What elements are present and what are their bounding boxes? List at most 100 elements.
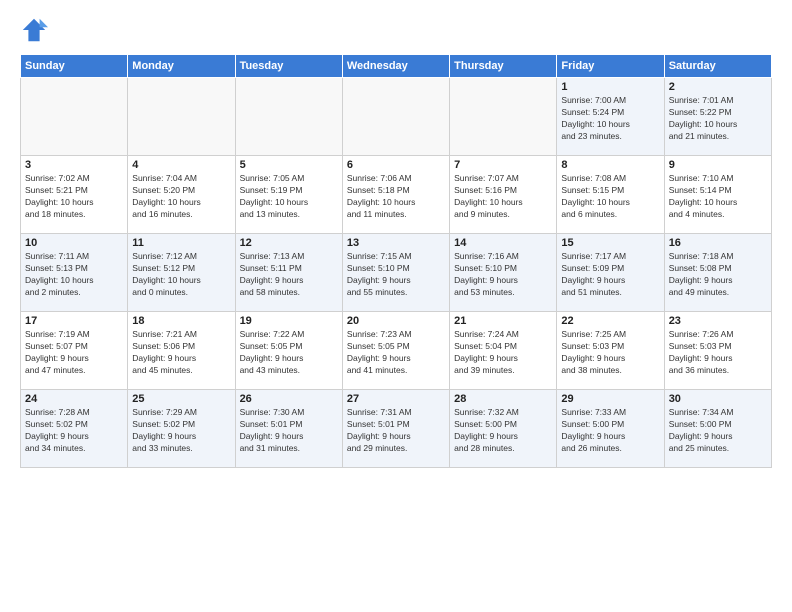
- day-number: 14: [454, 237, 552, 249]
- day-number: 22: [561, 315, 659, 327]
- day-info: Sunrise: 7:25 AMSunset: 5:03 PMDaylight:…: [561, 329, 659, 377]
- day-info: Sunrise: 7:22 AMSunset: 5:05 PMDaylight:…: [240, 329, 338, 377]
- day-info: Sunrise: 7:01 AMSunset: 5:22 PMDaylight:…: [669, 95, 767, 143]
- weekday-header: Wednesday: [342, 55, 449, 78]
- day-info: Sunrise: 7:15 AMSunset: 5:10 PMDaylight:…: [347, 251, 445, 299]
- calendar-cell: 7 Sunrise: 7:07 AMSunset: 5:16 PMDaylight…: [450, 156, 557, 234]
- day-number: 26: [240, 393, 338, 405]
- calendar-cell: [342, 78, 449, 156]
- calendar-cell: 20 Sunrise: 7:23 AMSunset: 5:05 PMDayligh…: [342, 312, 449, 390]
- day-info: Sunrise: 7:02 AMSunset: 5:21 PMDaylight:…: [25, 173, 123, 221]
- day-info: Sunrise: 7:04 AMSunset: 5:20 PMDaylight:…: [132, 173, 230, 221]
- day-info: Sunrise: 7:19 AMSunset: 5:07 PMDaylight:…: [25, 329, 123, 377]
- day-info: Sunrise: 7:23 AMSunset: 5:05 PMDaylight:…: [347, 329, 445, 377]
- day-number: 23: [669, 315, 767, 327]
- calendar-cell: 17 Sunrise: 7:19 AMSunset: 5:07 PMDayligh…: [21, 312, 128, 390]
- day-info: Sunrise: 7:28 AMSunset: 5:02 PMDaylight:…: [25, 407, 123, 455]
- weekday-row: SundayMondayTuesdayWednesdayThursdayFrid…: [21, 55, 772, 78]
- calendar-cell: 5Sunrise: 7:05 AMSunset: 5:19 PMDaylight…: [235, 156, 342, 234]
- calendar-week-row: 3 Sunrise: 7:02 AMSunset: 5:21 PMDaylight…: [21, 156, 772, 234]
- calendar-cell: 4Sunrise: 7:04 AMSunset: 5:20 PMDaylight…: [128, 156, 235, 234]
- day-number: 24: [25, 393, 123, 405]
- day-info: Sunrise: 7:07 AMSunset: 5:16 PMDaylight:…: [454, 173, 552, 221]
- day-number: 7: [454, 159, 552, 171]
- day-number: 30: [669, 393, 767, 405]
- day-number: 10: [25, 237, 123, 249]
- day-number: 29: [561, 393, 659, 405]
- calendar-cell: 21 Sunrise: 7:24 AMSunset: 5:04 PMDayligh…: [450, 312, 557, 390]
- day-info: Sunrise: 7:26 AMSunset: 5:03 PMDaylight:…: [669, 329, 767, 377]
- calendar-body: 1 Sunrise: 7:00 AMSunset: 5:24 PMDaylight…: [21, 78, 772, 468]
- day-number: 12: [240, 237, 338, 249]
- logo: [20, 16, 54, 44]
- day-info: Sunrise: 7:13 AMSunset: 5:11 PMDaylight:…: [240, 251, 338, 299]
- calendar-cell: 6 Sunrise: 7:06 AMSunset: 5:18 PMDaylight…: [342, 156, 449, 234]
- day-info: Sunrise: 7:12 AMSunset: 5:12 PMDaylight:…: [132, 251, 230, 299]
- day-number: 25: [132, 393, 230, 405]
- day-number: 1: [561, 81, 659, 93]
- calendar-cell: 8 Sunrise: 7:08 AMSunset: 5:15 PMDaylight…: [557, 156, 664, 234]
- calendar-cell: 30 Sunrise: 7:34 AMSunset: 5:00 PMDayligh…: [664, 390, 771, 468]
- day-info: Sunrise: 7:00 AMSunset: 5:24 PMDaylight:…: [561, 95, 659, 143]
- calendar-cell: 25 Sunrise: 7:29 AMSunset: 5:02 PMDayligh…: [128, 390, 235, 468]
- day-number: 2: [669, 81, 767, 93]
- day-info: Sunrise: 7:18 AMSunset: 5:08 PMDaylight:…: [669, 251, 767, 299]
- calendar-cell: [128, 78, 235, 156]
- day-info: Sunrise: 7:30 AMSunset: 5:01 PMDaylight:…: [240, 407, 338, 455]
- logo-icon: [20, 16, 48, 44]
- calendar-cell: 14Sunrise: 7:16 AMSunset: 5:10 PMDayligh…: [450, 234, 557, 312]
- day-info: Sunrise: 7:31 AMSunset: 5:01 PMDaylight:…: [347, 407, 445, 455]
- calendar-cell: [235, 78, 342, 156]
- calendar-cell: 10 Sunrise: 7:11 AMSunset: 5:13 PMDayligh…: [21, 234, 128, 312]
- day-number: 13: [347, 237, 445, 249]
- calendar-cell: 27 Sunrise: 7:31 AMSunset: 5:01 PMDayligh…: [342, 390, 449, 468]
- weekday-header: Tuesday: [235, 55, 342, 78]
- calendar-cell: 16 Sunrise: 7:18 AMSunset: 5:08 PMDayligh…: [664, 234, 771, 312]
- day-number: 18: [132, 315, 230, 327]
- calendar-cell: [450, 78, 557, 156]
- day-number: 17: [25, 315, 123, 327]
- day-info: Sunrise: 7:17 AMSunset: 5:09 PMDaylight:…: [561, 251, 659, 299]
- day-number: 28: [454, 393, 552, 405]
- weekday-header: Friday: [557, 55, 664, 78]
- day-info: Sunrise: 7:11 AMSunset: 5:13 PMDaylight:…: [25, 251, 123, 299]
- calendar-cell: 24 Sunrise: 7:28 AMSunset: 5:02 PMDayligh…: [21, 390, 128, 468]
- day-number: 6: [347, 159, 445, 171]
- day-number: 21: [454, 315, 552, 327]
- day-info: Sunrise: 7:29 AMSunset: 5:02 PMDaylight:…: [132, 407, 230, 455]
- day-info: Sunrise: 7:06 AMSunset: 5:18 PMDaylight:…: [347, 173, 445, 221]
- calendar-cell: 1 Sunrise: 7:00 AMSunset: 5:24 PMDaylight…: [557, 78, 664, 156]
- calendar-cell: 3 Sunrise: 7:02 AMSunset: 5:21 PMDaylight…: [21, 156, 128, 234]
- calendar-week-row: 17 Sunrise: 7:19 AMSunset: 5:07 PMDayligh…: [21, 312, 772, 390]
- calendar-cell: 2 Sunrise: 7:01 AMSunset: 5:22 PMDaylight…: [664, 78, 771, 156]
- day-info: Sunrise: 7:08 AMSunset: 5:15 PMDaylight:…: [561, 173, 659, 221]
- calendar-week-row: 1 Sunrise: 7:00 AMSunset: 5:24 PMDaylight…: [21, 78, 772, 156]
- day-number: 27: [347, 393, 445, 405]
- weekday-header: Monday: [128, 55, 235, 78]
- day-number: 3: [25, 159, 123, 171]
- day-number: 11: [132, 237, 230, 249]
- calendar-cell: 26 Sunrise: 7:30 AMSunset: 5:01 PMDayligh…: [235, 390, 342, 468]
- day-info: Sunrise: 7:34 AMSunset: 5:00 PMDaylight:…: [669, 407, 767, 455]
- calendar-cell: 18 Sunrise: 7:21 AMSunset: 5:06 PMDayligh…: [128, 312, 235, 390]
- calendar-header: SundayMondayTuesdayWednesdayThursdayFrid…: [21, 55, 772, 78]
- calendar-cell: 29 Sunrise: 7:33 AMSunset: 5:00 PMDayligh…: [557, 390, 664, 468]
- calendar-cell: 12 Sunrise: 7:13 AMSunset: 5:11 PMDayligh…: [235, 234, 342, 312]
- calendar-week-row: 10 Sunrise: 7:11 AMSunset: 5:13 PMDayligh…: [21, 234, 772, 312]
- calendar-cell: [21, 78, 128, 156]
- day-info: Sunrise: 7:10 AMSunset: 5:14 PMDaylight:…: [669, 173, 767, 221]
- day-info: Sunrise: 7:33 AMSunset: 5:00 PMDaylight:…: [561, 407, 659, 455]
- calendar-cell: 19Sunrise: 7:22 AMSunset: 5:05 PMDayligh…: [235, 312, 342, 390]
- day-number: 20: [347, 315, 445, 327]
- day-info: Sunrise: 7:21 AMSunset: 5:06 PMDaylight:…: [132, 329, 230, 377]
- calendar-cell: 13 Sunrise: 7:15 AMSunset: 5:10 PMDayligh…: [342, 234, 449, 312]
- calendar-cell: 11 Sunrise: 7:12 AMSunset: 5:12 PMDayligh…: [128, 234, 235, 312]
- weekday-header: Thursday: [450, 55, 557, 78]
- day-info: Sunrise: 7:24 AMSunset: 5:04 PMDaylight:…: [454, 329, 552, 377]
- day-number: 8: [561, 159, 659, 171]
- day-number: 16: [669, 237, 767, 249]
- calendar-cell: 15Sunrise: 7:17 AMSunset: 5:09 PMDayligh…: [557, 234, 664, 312]
- weekday-header: Sunday: [21, 55, 128, 78]
- day-number: 9: [669, 159, 767, 171]
- page: SundayMondayTuesdayWednesdayThursdayFrid…: [0, 0, 792, 612]
